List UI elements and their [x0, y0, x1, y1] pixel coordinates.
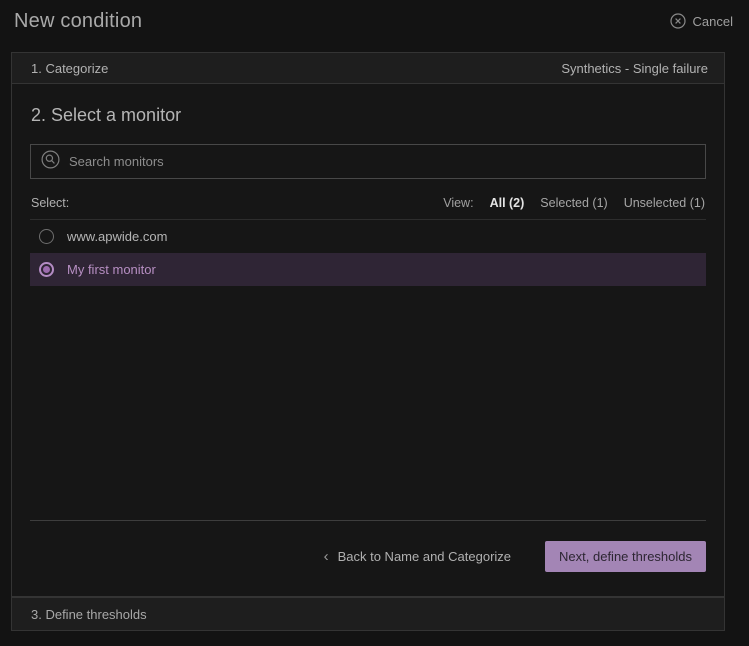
monitor-list: www.apwide.com My first monitor [30, 219, 706, 286]
step-3-define-thresholds-header[interactable]: 3. Define thresholds [11, 597, 725, 631]
cancel-button[interactable]: Cancel [670, 13, 733, 29]
back-to-name-and-categorize-link[interactable]: ‹ Back to Name and Categorize [324, 549, 511, 564]
radio-unchecked-icon[interactable] [39, 229, 54, 244]
view-filter-selected[interactable]: Selected (1) [540, 196, 607, 210]
view-filter-all[interactable]: All (2) [490, 196, 525, 210]
next-define-thresholds-button[interactable]: Next, define thresholds [545, 541, 706, 572]
panel-spacer [30, 286, 706, 520]
view-label: View: [443, 196, 473, 210]
condition-wizard: 1. Categorize Synthetics - Single failur… [11, 52, 725, 631]
list-toolbar: Select: View: All (2) Selected (1) Unsel… [30, 196, 706, 219]
cancel-label: Cancel [693, 14, 733, 29]
step-2-heading: 2. Select a monitor [31, 105, 706, 126]
monitor-search-box[interactable] [30, 144, 706, 179]
page-title: New condition [14, 10, 142, 33]
view-filter-group: View: All (2) Selected (1) Unselected (1… [443, 196, 705, 210]
radio-checked-icon[interactable] [39, 262, 54, 277]
select-label: Select: [31, 196, 69, 210]
step-1-selected-value: Synthetics - Single failure [561, 61, 708, 76]
step-2-panel: 2. Select a monitor Select: View: All (2… [11, 84, 725, 597]
panel-footer: ‹ Back to Name and Categorize Next, defi… [30, 541, 706, 572]
header: New condition Cancel [0, 0, 749, 52]
search-monitors-input[interactable] [69, 154, 695, 169]
chevron-left-icon: ‹ [324, 549, 329, 564]
monitor-row-www-apwide-com[interactable]: www.apwide.com [30, 220, 706, 253]
view-filter-unselected[interactable]: Unselected (1) [624, 196, 705, 210]
search-icon [41, 150, 60, 174]
footer-divider [30, 520, 706, 521]
monitor-name: My first monitor [67, 262, 156, 277]
monitor-row-my-first-monitor[interactable]: My first monitor [30, 253, 706, 286]
step-1-categorize-header[interactable]: 1. Categorize Synthetics - Single failur… [11, 52, 725, 84]
step-1-label: 1. Categorize [31, 61, 108, 76]
back-link-label: Back to Name and Categorize [338, 549, 511, 564]
step-3-label: 3. Define thresholds [31, 607, 147, 622]
monitor-name: www.apwide.com [67, 229, 167, 244]
cancel-icon [670, 13, 686, 29]
